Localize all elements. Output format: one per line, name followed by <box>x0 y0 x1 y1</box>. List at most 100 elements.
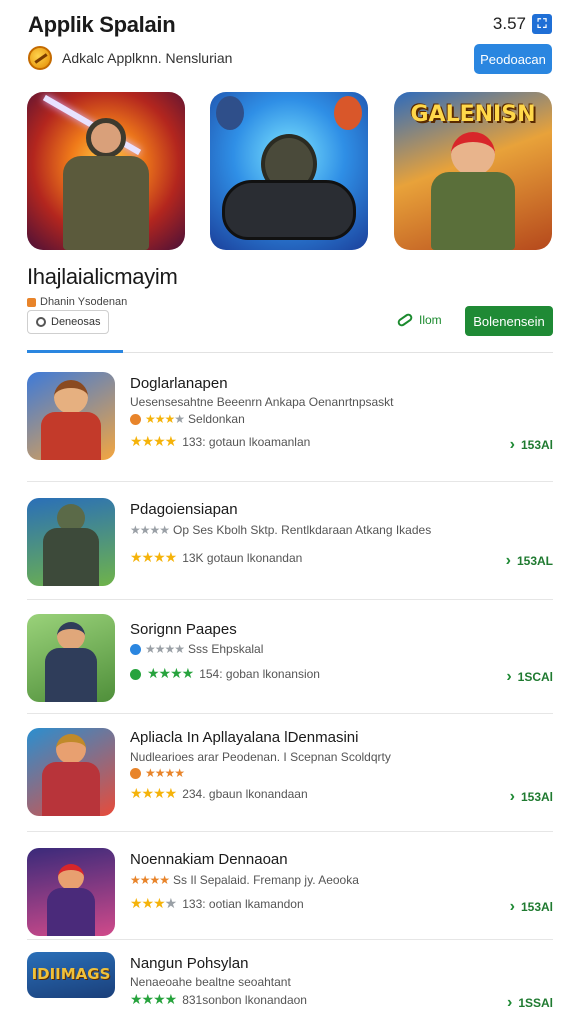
star-rating-icon: ★★★★ <box>130 786 177 802</box>
tab-bar <box>27 350 553 353</box>
gamepad-icon <box>222 180 356 240</box>
app-rating-label: 234. gbaun lkonandaan <box>182 787 308 801</box>
install-action-label: 1SSAl <box>518 996 553 1010</box>
section-meta-text: Dhanin Ysodenan <box>40 296 128 308</box>
warrior-art <box>51 110 161 250</box>
search-icon <box>36 317 46 327</box>
app-rating: ★★★★ 234. gbaun lkonandaan <box>130 786 308 802</box>
app-subtitle: Uesensesahtne Beeenrn Ankapa Oenanrtnpsa… <box>130 395 394 409</box>
ninja-art <box>214 110 364 250</box>
star-rating-icon: ★★★★ <box>130 523 170 537</box>
tag-icon <box>27 297 36 307</box>
app-subtitle: Nenaeoahe bealtne seoahtant <box>130 975 291 989</box>
app-rating-label: 13K gotaun lkonandan <box>182 551 303 565</box>
section-header: Ihajlaialicmayim Dhanin Ysodenan Deneosa… <box>27 264 553 336</box>
developer-name[interactable]: Adkalc Applknn. Nenslurian <box>62 50 232 66</box>
app-title: Applik Spalain <box>28 12 176 37</box>
chip-label: Deneosas <box>51 316 101 328</box>
app-rating: ★★★★ 133: ootian lkamandon <box>130 896 304 912</box>
link-icon <box>396 312 414 328</box>
install-action[interactable]: › 153Al <box>510 436 553 454</box>
install-action[interactable]: › 1SCAl <box>506 668 553 686</box>
filter-chip[interactable]: Deneosas <box>27 310 109 334</box>
app-subtitle-row: ★★★★ Ss Il Sepalaid. Fremanp jy. Aeooka <box>130 873 359 887</box>
install-action[interactable]: › 153Al <box>510 898 553 916</box>
install-button[interactable]: Bolenensein <box>465 306 553 336</box>
app-title: Apliacla In Apllayalana lDenmasini <box>130 729 359 746</box>
app-rating-label: 154: goban lkonansion <box>199 667 320 681</box>
app-title: Sorignn Paapes <box>130 621 237 638</box>
thumbnail-logo-text: IDIIMAGS <box>31 965 111 983</box>
link-action[interactable]: Ilom <box>396 312 442 328</box>
chevron-icon: › <box>506 994 513 1011</box>
app-rating: ★★★★ 13K gotaun lkonandan <box>130 550 302 566</box>
app-rating-label: 133: gotaun lkoamanlan <box>182 435 311 449</box>
list-item[interactable]: Apliacla In Apllayalana lDenmasini Nudle… <box>27 714 553 832</box>
chevron-icon: › <box>506 668 512 685</box>
star-rating-icon: ★★★★ <box>130 550 177 566</box>
app-title: Nangun Pohsylan <box>130 955 249 972</box>
star-rating-icon: ★★★★ <box>130 434 177 450</box>
list-item[interactable]: Doglarlanapen Uesensesahtne Beeenrn Anka… <box>27 362 553 482</box>
install-action[interactable]: › 1SSAl <box>507 994 553 1012</box>
app-subtitle: Op Ses Kbolh Sktp. Rentlkdaraan Atkang I… <box>173 523 432 537</box>
install-action-label: 1SCAl <box>517 670 553 684</box>
list-item[interactable]: IDIIMAGS Nangun Pohsylan Nenaeoahe bealt… <box>27 940 553 1024</box>
install-action-label: 153AL <box>516 554 553 568</box>
list-item[interactable]: Pdagoiensiapan ★★★★ Op Ses Kbolh Sktp. R… <box>27 482 553 600</box>
tab-active-indicator[interactable] <box>27 350 123 353</box>
install-action[interactable]: › 153AL <box>506 552 553 570</box>
star-rating-icon: ★★★★ <box>130 896 177 912</box>
badge-icon <box>130 413 141 425</box>
list-item[interactable]: Sorignn Paapes ★★★★ Sss Ehpskalal ★★★★ 1… <box>27 600 553 714</box>
app-thumbnail <box>27 728 115 816</box>
chevron-icon: › <box>509 788 515 805</box>
install-action-label: 153Al <box>520 900 553 914</box>
featured-carousel: GALENISN <box>27 92 555 252</box>
top-action-button[interactable]: Peodoacan <box>474 44 552 74</box>
install-action-label: 153Al <box>520 790 553 804</box>
star-rating-icon: ★★★★ <box>145 412 185 426</box>
app-title: Pdagoiensiapan <box>130 501 238 518</box>
featured-card-2[interactable] <box>210 92 368 250</box>
link-label: Ilom <box>419 313 442 327</box>
app-subtitle: Sss Ehpskalal <box>188 642 264 656</box>
developer-logo-icon <box>28 46 52 70</box>
app-header: Applik Spalain 3.57 ⛶ Adkalc Applknn. Ne… <box>0 0 576 80</box>
app-subtitle: Ss Il Sepalaid. Fremanp jy. Aeooka <box>173 873 359 887</box>
list-item[interactable]: Noennakiam Dennaoan ★★★★ Ss Il Sepalaid.… <box>27 832 553 940</box>
app-rating: ★★★★ 133: gotaun lkoamanlan <box>130 434 310 450</box>
app-rating: ★★★★ 154: goban lkonansion <box>130 666 320 682</box>
app-thumbnail <box>27 614 115 702</box>
app-sub-rating: ★★★★ Seldonkan <box>130 412 245 426</box>
app-thumbnail <box>27 372 115 460</box>
badge-icon <box>130 643 141 655</box>
app-rating-label: 831sonbon lkonandaon <box>182 993 307 1007</box>
chevron-icon: › <box>509 436 515 453</box>
app-rating-label: 133: ootian lkamandon <box>182 897 304 911</box>
app-subtitle: Nudlearioes arar Peodenan. I Scepnan Sco… <box>130 750 391 764</box>
accessibility-icon[interactable]: ⛶ <box>532 14 552 34</box>
install-action[interactable]: › 153Al <box>510 788 553 806</box>
featured-logo-text: GALENISN <box>410 102 536 127</box>
featured-card-1[interactable] <box>27 92 185 250</box>
status-time: 3.57 <box>492 14 526 33</box>
app-thumbnail <box>27 848 115 936</box>
badge-icon <box>130 767 141 779</box>
featured-card-3[interactable]: GALENISN <box>394 92 552 250</box>
app-thumbnail: IDIIMAGS <box>27 952 115 998</box>
star-rating-icon: ★★★★ <box>145 766 185 780</box>
install-action-label: 153Al <box>520 438 553 452</box>
app-subtitle-row: ★★★★ Sss Ehpskalal <box>130 642 263 656</box>
app-title: Noennakiam Dennaoan <box>130 851 288 868</box>
app-title: Doglarlanapen <box>130 375 228 392</box>
app-sub-rating-label: Seldonkan <box>188 412 245 426</box>
star-rating-icon: ★★★★ <box>130 992 177 1008</box>
app-thumbnail <box>27 498 115 586</box>
badge-icon <box>130 668 141 680</box>
chevron-icon: › <box>505 552 511 569</box>
app-sub-rating: ★★★★ <box>130 766 185 780</box>
section-title: Ihajlaialicmayim <box>27 264 178 289</box>
app-rating: ★★★★ 831sonbon lkonandaon <box>130 992 307 1008</box>
hero-art <box>413 132 533 250</box>
